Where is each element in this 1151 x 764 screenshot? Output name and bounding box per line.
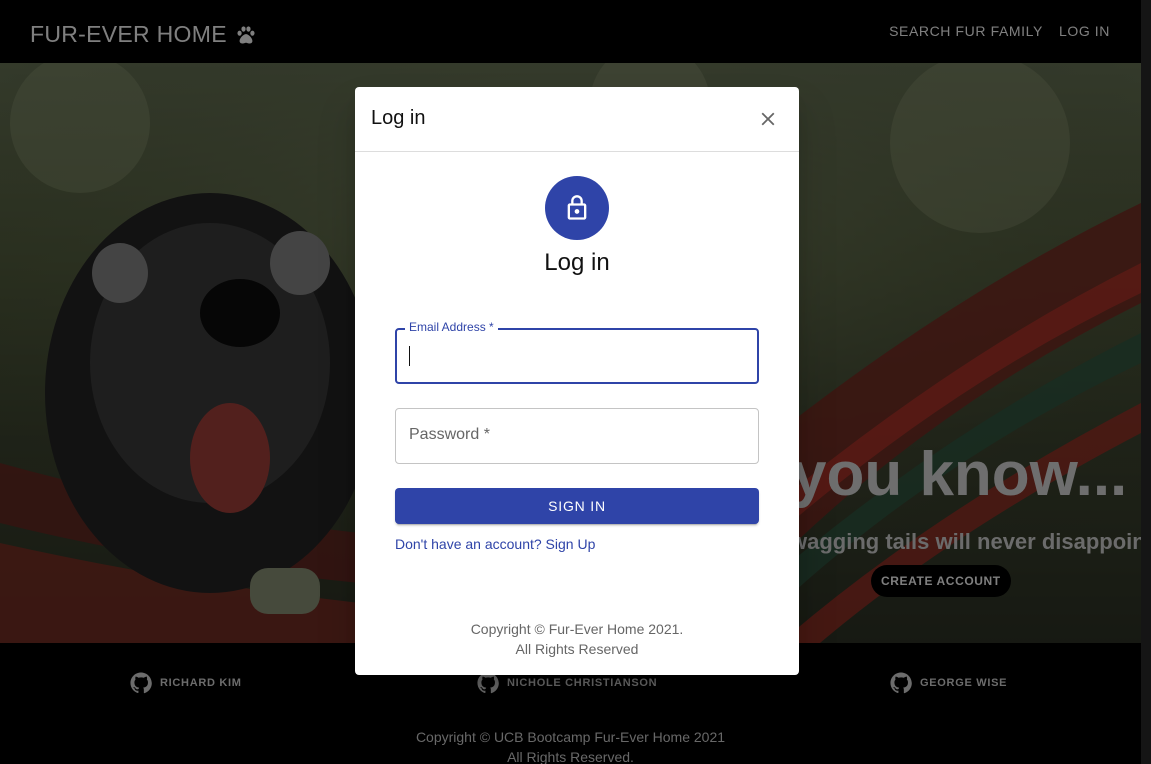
modal-title: Log in	[371, 107, 426, 129]
email-input[interactable]	[395, 328, 759, 384]
sign-in-button[interactable]: SIGN IN	[395, 488, 759, 524]
text-caret	[409, 346, 410, 366]
modal-copyright-line1: Copyright © Fur-Ever Home 2021.	[470, 621, 684, 637]
lock-avatar	[545, 176, 609, 240]
modal-copyright: Copyright © Fur-Ever Home 2021. All Righ…	[355, 619, 799, 659]
email-field: Email Address *	[395, 320, 759, 384]
lock-icon	[567, 195, 587, 220]
email-label: Email Address *	[405, 320, 498, 334]
close-button[interactable]	[753, 104, 783, 134]
modal-header: Log in	[355, 87, 799, 152]
form-heading: Log in	[544, 249, 610, 276]
close-icon	[761, 112, 775, 126]
password-field: Password *	[395, 408, 759, 464]
sign-up-link[interactable]: Don't have an account? Sign Up	[395, 536, 595, 552]
modal-copyright-line2: All Rights Reserved	[515, 641, 639, 657]
login-modal: Log in Log in Email Address * Password *…	[355, 87, 799, 675]
password-input[interactable]	[395, 408, 759, 464]
